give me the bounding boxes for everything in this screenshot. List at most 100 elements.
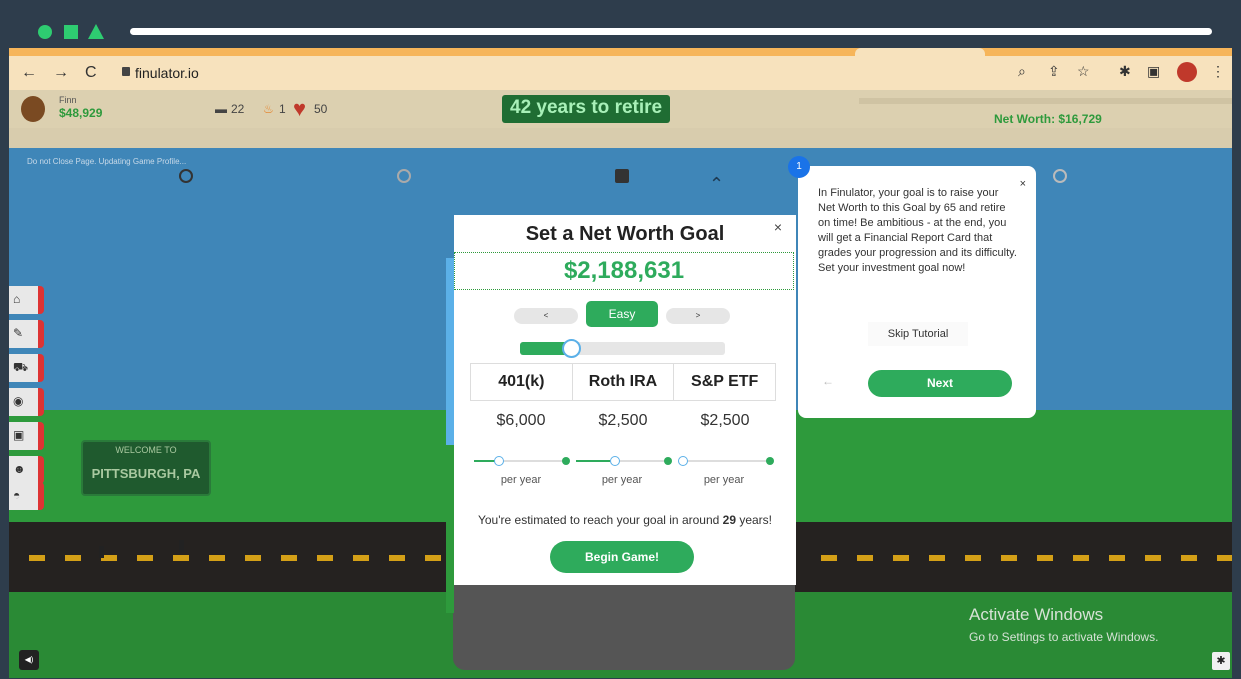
slider-knob[interactable] (610, 456, 620, 466)
account-name-roth: Roth IRA (573, 364, 675, 400)
road-dash (965, 555, 981, 561)
side-bank-button[interactable]: ⌂ (9, 286, 44, 314)
road-dash (929, 555, 945, 561)
slider-end (664, 457, 672, 465)
progress-strip (130, 28, 1212, 35)
road-dash (137, 555, 153, 561)
hat-icon: ◓ (13, 488, 21, 502)
sidepanel-icon[interactable]: ▣ (1147, 63, 1160, 80)
skip-tutorial-button[interactable]: Skip Tutorial (868, 322, 968, 346)
back-arrow-icon[interactable]: ← (21, 64, 37, 82)
estimate-prefix: You're estimated to reach your goal in a… (477, 513, 723, 527)
url-field[interactable]: finulator.io (135, 65, 199, 81)
profile-avatar[interactable] (1177, 62, 1197, 82)
side-tool-button[interactable]: ✎ (9, 320, 44, 348)
smile-icon: ☻ (13, 462, 26, 476)
road-dash (1073, 555, 1089, 561)
ring-icon[interactable] (179, 169, 193, 183)
difficulty-next-button[interactable]: > (666, 308, 730, 324)
activate-windows-sub: Go to Settings to activate Windows. (969, 630, 1159, 644)
goal-value: $2,188,631 (563, 257, 685, 284)
road-dash (1109, 555, 1125, 561)
slider-knob[interactable] (678, 456, 688, 466)
road-dash (1145, 555, 1161, 561)
difficulty-label: Easy (586, 301, 658, 327)
road-dash (893, 555, 909, 561)
circle-icon (38, 25, 52, 39)
road-dash (29, 555, 45, 561)
camera-icon: ▣ (13, 428, 25, 442)
sign-post (179, 540, 184, 552)
game-topbar: Finn $48,929 ▬ 22 ♨ 1 ♥ 50 42 years to r… (9, 90, 1232, 128)
side-camera-button[interactable]: ▣ (9, 422, 44, 450)
account-name-sp: S&P ETF (691, 373, 759, 390)
slider-fill (576, 460, 610, 462)
tutorial-close-icon[interactable]: × (1020, 178, 1026, 190)
slider-knob[interactable] (494, 456, 504, 466)
side-car-button[interactable]: ⛟ (9, 354, 44, 382)
road-dash (857, 555, 873, 561)
coin-icon[interactable] (397, 169, 411, 183)
document-icon[interactable] (615, 169, 629, 183)
active-tab[interactable] (855, 48, 985, 56)
account-amount-sp: $2,500 (700, 412, 750, 429)
period-roth: per year (601, 474, 643, 486)
difficulty-prev-button[interactable]: < (514, 308, 578, 324)
zoom-icon[interactable]: ⌕ (1018, 63, 1026, 80)
address-bar: ← → C finulator.io ⌕ ⇪ ☆ ✱ ▣ ⋮ (9, 56, 1232, 90)
chevron-up-icon[interactable]: ⌃ (709, 174, 724, 195)
tutorial-popover: × In Finulator, your goal is to raise yo… (798, 166, 1036, 418)
world-icon: ◉ (13, 394, 24, 408)
accounts-header: 401(k) Roth IRA S&P ETF (470, 363, 776, 401)
road-dash (425, 555, 441, 561)
road-dash (1037, 555, 1053, 561)
triangle-icon (88, 24, 104, 39)
side-globe-button[interactable]: ◉ (9, 388, 44, 416)
slider-end (766, 457, 774, 465)
difficulty-slider-knob[interactable] (562, 339, 582, 358)
square-icon (64, 25, 78, 39)
close-icon[interactable]: × (774, 219, 782, 235)
slider-401k[interactable] (474, 455, 570, 467)
tab-strip (9, 48, 1232, 56)
side-hat-button[interactable]: ◓ (9, 482, 44, 510)
forward-arrow-icon[interactable]: → (53, 64, 69, 82)
player-avatar[interactable] (21, 96, 45, 122)
slider-roth[interactable] (576, 455, 672, 467)
slider-sp[interactable] (678, 455, 774, 467)
car-icon: ⛟ (13, 360, 29, 374)
heart-icon: ♥ (293, 96, 307, 121)
account-name-401k: 401(k) (471, 364, 573, 400)
road-dash (317, 555, 333, 561)
sign-welcome: WELCOME TO (115, 445, 177, 455)
bookmark-star-icon[interactable]: ☆ (1077, 63, 1090, 80)
estimate-years: 29 (722, 513, 736, 527)
tutorial-step-badge: 1 (788, 156, 810, 178)
road-dash (389, 555, 405, 561)
wrench-icon: ✎ (13, 326, 24, 340)
period-sp: per year (703, 474, 745, 486)
game-icon-row (9, 128, 1232, 183)
road-dash (209, 555, 225, 561)
sign-city: PITTSBURGH, PA (91, 466, 201, 481)
slider-end (562, 457, 570, 465)
road-dash (821, 555, 837, 561)
tutorial-next-button[interactable]: Next (868, 370, 1012, 397)
share-icon[interactable]: ⇪ (1048, 63, 1060, 80)
globe-icon[interactable] (1053, 169, 1067, 183)
begin-game-button[interactable]: Begin Game! (550, 541, 694, 573)
account-amount-roth: $2,500 (598, 412, 648, 429)
modal-edge (446, 445, 454, 613)
reload-icon[interactable]: C (85, 64, 97, 82)
account-amount-401k: $6,000 (496, 412, 546, 429)
heart-count: 50 (314, 102, 328, 116)
fire-count: 1 (279, 102, 286, 116)
difficulty-slider[interactable] (520, 339, 725, 358)
extensions-icon[interactable]: ✱ (1119, 63, 1131, 80)
tutorial-back-icon[interactable]: ← (822, 374, 834, 388)
settings-gear-icon[interactable]: ✱ (1212, 652, 1230, 670)
side-smile-button[interactable]: ☻ (9, 456, 44, 484)
menu-kebab-icon[interactable]: ⋮ (1211, 63, 1225, 80)
sound-button[interactable]: ◀) (19, 650, 39, 670)
net-worth-label: Net Worth: $16,729 (994, 112, 1102, 126)
